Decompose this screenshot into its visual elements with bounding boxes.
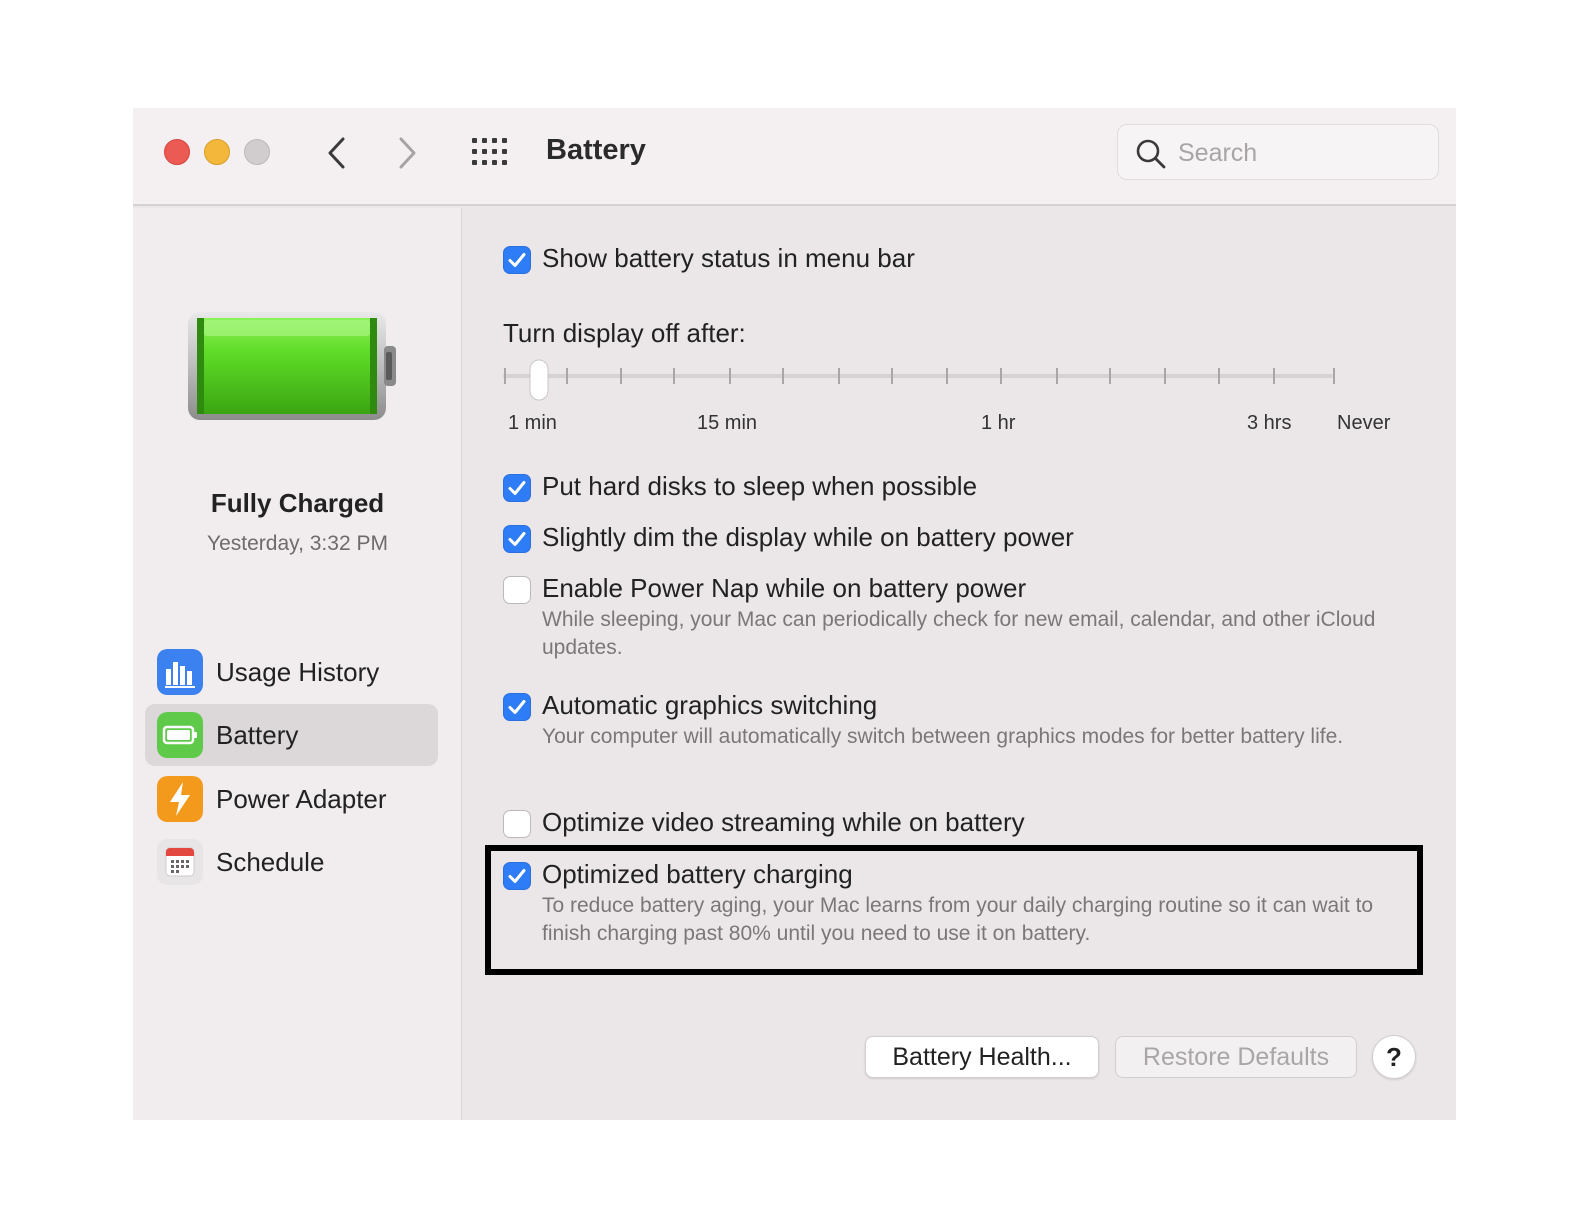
graphics-switching-label: Automatic graphics switching	[542, 690, 878, 720]
search-input[interactable]	[1178, 133, 1428, 173]
battery-status-title: Fully Charged	[210, 488, 385, 518]
sidebar-item-label: Power Adapter	[216, 784, 387, 814]
tick-label-15-min: 15 min	[697, 412, 758, 434]
sidebar-item-usage-history[interactable]: Usage History	[145, 641, 438, 703]
bar-chart-icon	[157, 649, 203, 695]
battery-status-time: Yesterday, 3:32 PM	[207, 532, 388, 555]
graphics-switching-checkbox[interactable]	[503, 693, 531, 721]
slider-thumb[interactable]	[529, 359, 549, 401]
power-nap-checkbox[interactable]	[503, 576, 531, 604]
chevron-left-icon	[328, 137, 345, 169]
power-nap-description: While sleeping, your Mac can periodicall…	[542, 608, 1376, 659]
checkmark-icon	[508, 869, 526, 883]
tick-label-never: Never	[1337, 412, 1391, 434]
checkmark-icon	[508, 532, 526, 546]
optimized-charging-label: Optimized battery charging	[542, 859, 853, 889]
display-off-slider[interactable]	[503, 358, 1343, 408]
hard-disks-sleep-checkbox[interactable]	[503, 474, 531, 502]
power-nap-label: Enable Power Nap while on battery power	[542, 573, 1027, 603]
checkmark-icon	[508, 253, 526, 267]
hard-disks-sleep-label: Put hard disks to sleep when possible	[542, 471, 978, 501]
sidebar-item-label: Schedule	[216, 847, 325, 877]
search-icon	[1136, 139, 1166, 169]
titlebar: Battery	[133, 108, 1456, 206]
slider-track	[503, 374, 1333, 378]
restore-defaults-button[interactable]: Restore Defaults	[1115, 1036, 1357, 1078]
display-off-label: Turn display off after:	[503, 318, 746, 348]
checkmark-icon	[508, 481, 526, 495]
sidebar-item-label: Usage History	[216, 657, 380, 687]
tick-label-1-hr: 1 hr	[981, 412, 1016, 434]
show-battery-status-label: Show battery status in menu bar	[542, 243, 915, 273]
video-streaming-checkbox[interactable]	[503, 810, 531, 838]
tick-label-1-min: 1 min	[508, 412, 557, 434]
search-field[interactable]	[1117, 124, 1439, 180]
dim-display-checkbox[interactable]	[503, 525, 531, 553]
sidebar-item-schedule[interactable]: Schedule	[145, 831, 438, 893]
minimize-button[interactable]	[204, 139, 230, 165]
help-button[interactable]: ?	[1372, 1035, 1416, 1079]
window-title: Battery	[546, 134, 646, 166]
checkmark-icon	[508, 700, 526, 714]
battery-icon	[157, 712, 203, 758]
video-streaming-label: Optimize video streaming while on batter…	[542, 807, 1025, 837]
grid-icon	[472, 138, 507, 165]
optimized-charging-description: To reduce battery aging, your Mac learns…	[542, 894, 1374, 945]
chevron-right-icon	[399, 137, 416, 169]
optimized-charging-checkbox[interactable]	[503, 862, 531, 890]
calendar-icon	[157, 839, 203, 885]
dim-display-label: Slightly dim the display while on batter…	[542, 522, 1074, 552]
battery-health-button[interactable]: Battery Health...	[865, 1036, 1099, 1078]
sidebar-item-power-adapter[interactable]: Power Adapter	[145, 768, 438, 830]
system-preferences-window: Battery Search Fully Charged Yesterday, …	[133, 108, 1456, 1120]
zoom-button[interactable]	[244, 139, 270, 165]
tick-label-3-hrs: 3 hrs	[1247, 412, 1292, 434]
show-all-button[interactable]	[470, 135, 510, 169]
lightning-icon	[157, 776, 203, 822]
sidebar-item-battery[interactable]: Battery	[145, 704, 438, 766]
battery-charged-icon	[188, 312, 396, 420]
back-button[interactable]	[319, 133, 355, 173]
close-button[interactable]	[164, 139, 190, 165]
forward-button[interactable]	[389, 133, 425, 173]
battery-settings-pane: Show battery status in menu bar Turn dis…	[463, 208, 1456, 1120]
sidebar: Fully Charged Yesterday, 3:32 PM Usage H…	[133, 208, 462, 1120]
sidebar-item-label: Battery	[216, 720, 299, 750]
show-battery-status-checkbox[interactable]	[503, 246, 531, 274]
graphics-switching-description: Your computer will automatically switch …	[542, 725, 1344, 748]
